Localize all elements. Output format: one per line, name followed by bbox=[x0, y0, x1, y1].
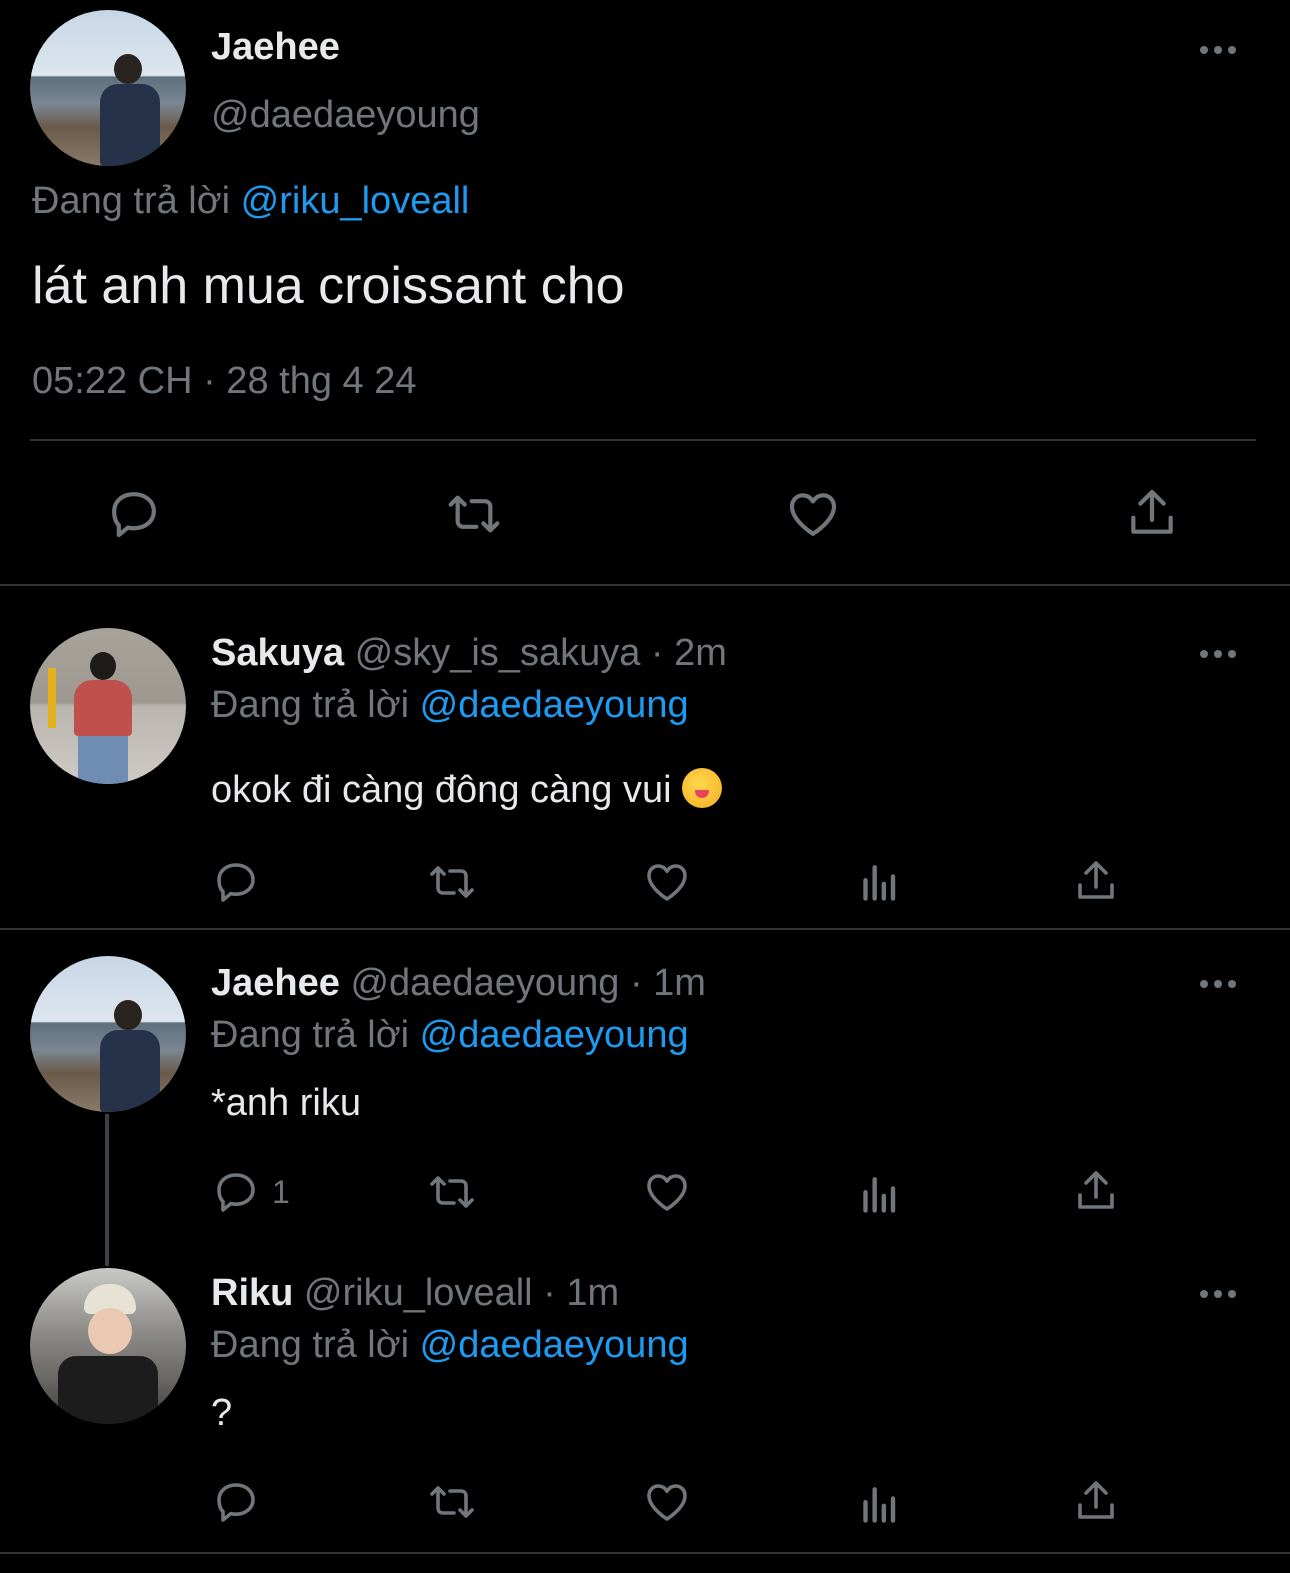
replying-to-link[interactable]: @daedaeyoung bbox=[420, 1324, 689, 1366]
reply-button[interactable] bbox=[212, 1478, 260, 1526]
share-icon bbox=[1078, 1481, 1114, 1519]
replying-prefix: Đang trả lời bbox=[211, 1324, 410, 1366]
view-count-button[interactable] bbox=[860, 860, 904, 904]
tweet-timestamp[interactable]: 05:22 CH · 28 thg 4 24 bbox=[32, 360, 416, 403]
reply-button[interactable]: 1 bbox=[212, 1168, 290, 1216]
divider bbox=[30, 439, 1256, 441]
replying-to-link[interactable]: @riku_loveall bbox=[241, 180, 470, 222]
replying-prefix: Đang trả lời bbox=[211, 684, 410, 726]
reply-tweet[interactable]: Riku @riku_loveall · 1m Đang trả lời @da… bbox=[0, 1262, 1290, 1573]
more-options-icon[interactable] bbox=[1200, 980, 1236, 988]
avatar[interactable] bbox=[30, 956, 186, 1112]
replying-to: Đang trả lời @daedaeyoung bbox=[211, 1324, 689, 1367]
tweet-text: okok đi càng đông càng vui bbox=[211, 768, 723, 812]
divider bbox=[0, 1552, 1290, 1554]
replying-to: Đang trả lời @riku_loveall bbox=[32, 180, 469, 223]
reply-header: Riku @riku_loveall · 1m bbox=[211, 1272, 619, 1315]
replying-prefix: Đang trả lời bbox=[32, 180, 231, 222]
reply-icon bbox=[217, 1483, 255, 1522]
share-icon bbox=[1078, 1171, 1114, 1209]
retweet-button[interactable] bbox=[424, 858, 480, 906]
like-button[interactable] bbox=[642, 1478, 692, 1526]
like-button[interactable] bbox=[642, 858, 692, 906]
tweet-text: lát anh mua croissant cho bbox=[32, 257, 625, 315]
retweet-button[interactable] bbox=[442, 486, 506, 542]
author-handle[interactable]: @daedaeyoung bbox=[350, 962, 619, 1004]
reply-icon bbox=[217, 863, 255, 902]
retweet-icon bbox=[430, 1486, 474, 1518]
retweet-icon bbox=[448, 495, 500, 533]
reply-button[interactable] bbox=[212, 858, 260, 906]
author-handle[interactable]: @riku_loveall bbox=[304, 1272, 533, 1314]
reply-icon bbox=[217, 1173, 255, 1212]
replying-to-link[interactable]: @daedaeyoung bbox=[420, 684, 689, 726]
author-handle[interactable]: @daedaeyoung bbox=[211, 94, 480, 137]
heart-icon bbox=[647, 864, 687, 901]
main-tweet: Jaehee @daedaeyoung Đang trả lời @riku_l… bbox=[0, 0, 1290, 586]
reply-count: 1 bbox=[272, 1173, 290, 1210]
reply-tweet[interactable]: Sakuya @sky_is_sakuya · 2m Đang trả lời … bbox=[0, 588, 1290, 930]
reply-time[interactable]: · 2m bbox=[651, 632, 727, 674]
like-button[interactable] bbox=[642, 1168, 692, 1216]
tweet-text-content: okok đi càng đông càng vui bbox=[211, 769, 672, 811]
share-button[interactable] bbox=[1124, 484, 1180, 542]
avatar[interactable] bbox=[30, 628, 186, 784]
tweet-text: ? bbox=[211, 1392, 233, 1434]
author-handle[interactable]: @sky_is_sakuya bbox=[355, 632, 641, 674]
author-name[interactable]: Jaehee bbox=[211, 26, 340, 69]
tweet-thread-page: Jaehee @daedaeyoung Đang trả lời @riku_l… bbox=[0, 0, 1290, 1573]
tweet-text: *anh riku bbox=[211, 1082, 361, 1124]
avatar[interactable] bbox=[30, 1268, 186, 1424]
reply-tweet[interactable]: Jaehee @daedaeyoung · 1m Đang trả lời @d… bbox=[0, 932, 1290, 1266]
author-name[interactable]: Sakuya bbox=[211, 632, 344, 674]
yum-emoji-icon bbox=[682, 768, 723, 808]
retweet-button[interactable] bbox=[424, 1478, 480, 1526]
avatar-figure bbox=[68, 652, 138, 784]
avatar-figure bbox=[100, 996, 160, 1112]
share-button[interactable] bbox=[1072, 1476, 1120, 1526]
analytics-icon bbox=[863, 1487, 896, 1523]
retweet-icon bbox=[430, 866, 474, 898]
replying-to: Đang trả lời @daedaeyoung bbox=[211, 1014, 689, 1057]
share-icon bbox=[1131, 489, 1173, 534]
heart-icon bbox=[647, 1484, 687, 1521]
share-button[interactable] bbox=[1072, 1166, 1120, 1216]
reply-header: Jaehee @daedaeyoung · 1m bbox=[211, 962, 706, 1005]
heart-icon bbox=[647, 1174, 687, 1211]
thread-connector bbox=[105, 1114, 109, 1266]
more-options-icon[interactable] bbox=[1200, 650, 1236, 658]
author-name[interactable]: Jaehee bbox=[211, 962, 340, 1004]
view-count-button[interactable] bbox=[860, 1482, 904, 1526]
avatar-figure bbox=[100, 50, 160, 166]
share-button[interactable] bbox=[1072, 856, 1120, 906]
replying-to: Đang trả lời @daedaeyoung bbox=[211, 684, 689, 727]
reply-time[interactable]: · 1m bbox=[630, 962, 706, 1004]
share-icon bbox=[1078, 861, 1114, 899]
reply-header: Sakuya @sky_is_sakuya · 2m bbox=[211, 632, 727, 675]
avatar[interactable] bbox=[30, 10, 186, 166]
author-name[interactable]: Riku bbox=[211, 1272, 293, 1314]
reply-time[interactable]: · 1m bbox=[543, 1272, 619, 1314]
retweet-icon bbox=[430, 1176, 474, 1208]
divider bbox=[0, 928, 1290, 930]
view-count-button[interactable] bbox=[860, 1172, 904, 1216]
reply-button[interactable] bbox=[106, 486, 162, 542]
like-button[interactable] bbox=[784, 486, 842, 542]
avatar-figure bbox=[58, 1284, 158, 1424]
heart-icon bbox=[789, 493, 837, 536]
analytics-icon bbox=[863, 1177, 896, 1213]
replying-prefix: Đang trả lời bbox=[211, 1014, 410, 1056]
retweet-button[interactable] bbox=[424, 1168, 480, 1216]
reply-icon bbox=[112, 492, 156, 538]
replying-to-link[interactable]: @daedaeyoung bbox=[420, 1014, 689, 1056]
more-options-icon[interactable] bbox=[1200, 1290, 1236, 1298]
more-options-icon[interactable] bbox=[1200, 46, 1236, 54]
analytics-icon bbox=[863, 865, 896, 901]
